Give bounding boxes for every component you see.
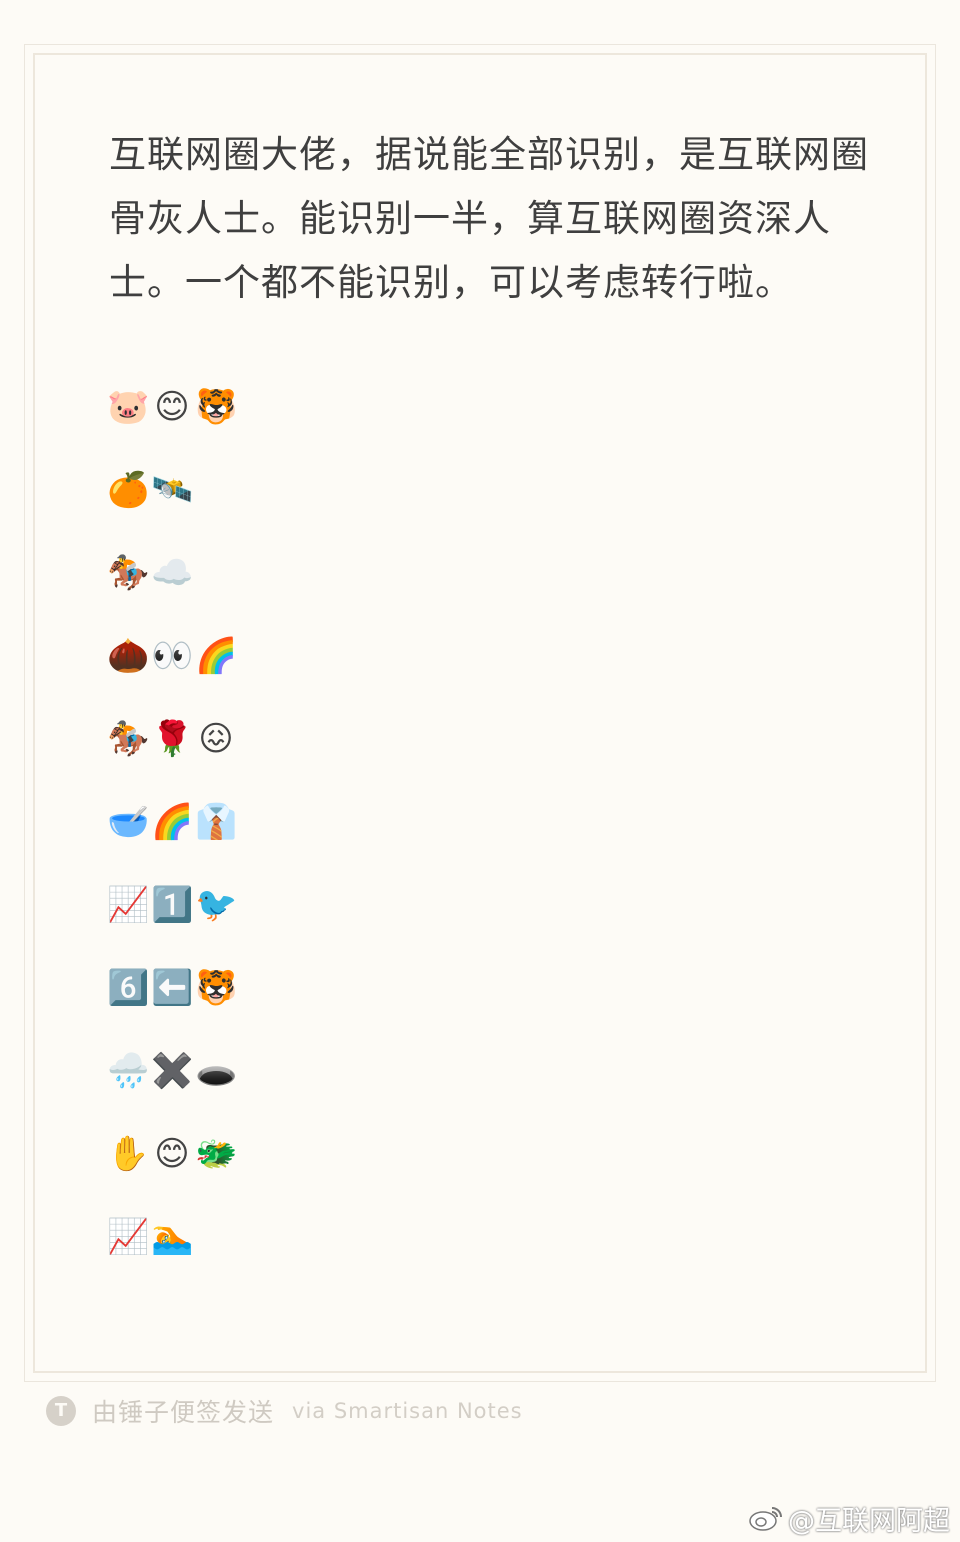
emoji-row: 🍊 🛰️ [107,469,407,511]
emoji-row: 🌰 👀 🌈 [107,635,407,677]
chart-increasing-icon: 📈 [107,1217,150,1257]
swimmer-icon: 🏊 [151,1217,194,1257]
left-arrow-icon: ⬅️ [151,968,194,1008]
emoji-list: 🐷 😊 🐯 🍊 🛰️ 🏇 ☁️ 🌰 👀 🌈 🏇 🌹 😖 🥣 🌈 👔 📈 1️⃣ … [107,386,407,1299]
emoji-row: 6️⃣ ⬅️ 🐯 [107,967,407,1009]
hole-icon: 🕳️ [195,1051,238,1091]
emoji-row: 🐷 😊 🐯 [107,386,407,428]
rain-cloud-icon: 🌧️ [107,1051,150,1091]
chart-increasing-icon: 📈 [107,885,150,925]
pig-face-icon: 🐷 [107,387,150,427]
weibo-watermark: @互联网阿超 [748,1498,950,1538]
smartisan-logo-icon: T [46,1396,76,1426]
emoji-row: 📈 1️⃣ 🐦 [107,884,407,926]
dragon-face-icon: 🐲 [195,1134,238,1174]
confounded-face-icon: 😖 [198,719,234,759]
note-paragraph: 互联网圈大佬，据说能全部识别，是互联网圈骨灰人士。能识别一半，算互联网圈资深人士… [109,133,869,304]
emoji-row: 🏇 ☁️ [107,552,407,594]
bowl-with-spoon-icon: 🥣 [107,802,150,842]
note-card: 互联网圈大佬，据说能全部识别，是互联网圈骨灰人士。能识别一半，算互联网圈资深人士… [24,44,936,1382]
keycap-one-icon: 1️⃣ [151,885,194,925]
emoji-row: ✋ 😊 🐲 [107,1133,407,1175]
horse-racing-icon: 🏇 [107,553,150,593]
raised-hand-icon: ✋ [107,1134,150,1174]
chestnut-icon: 🌰 [107,636,150,676]
footer-sent-by: 由锤子便签发送 [92,1398,275,1427]
rose-icon: 🌹 [151,719,194,759]
emoji-row: 🏇 🌹 😖 [107,718,407,760]
necktie-icon: 👔 [195,802,238,842]
smiling-face-icon: 😊 [154,387,190,427]
cloud-icon: ☁️ [151,553,194,593]
smiling-face-icon: 😊 [154,1134,190,1174]
footer: T 由锤子便签发送 via Smartisan Notes [46,1394,523,1428]
footer-via: via Smartisan Notes [292,1399,523,1423]
satellite-icon: 🛰️ [151,470,194,510]
horse-racing-icon: 🏇 [107,719,150,759]
multiply-icon: ✖️ [151,1051,194,1091]
tiger-face-icon: 🐯 [195,387,238,427]
rainbow-icon: 🌈 [195,636,238,676]
emoji-row: 🥣 🌈 👔 [107,801,407,843]
tiger-face-icon: 🐯 [195,968,238,1008]
emoji-row: 📈 🏊 [107,1216,407,1258]
tangerine-icon: 🍊 [107,470,150,510]
watermark-text: @互联网阿超 [788,1505,950,1537]
rainbow-icon: 🌈 [151,802,194,842]
bird-icon: 🐦 [195,885,238,925]
emoji-row: 🌧️ ✖️ 🕳️ [107,1050,407,1092]
keycap-six-icon: 6️⃣ [107,968,150,1008]
weibo-icon [749,1507,782,1531]
eyes-icon: 👀 [151,636,194,676]
